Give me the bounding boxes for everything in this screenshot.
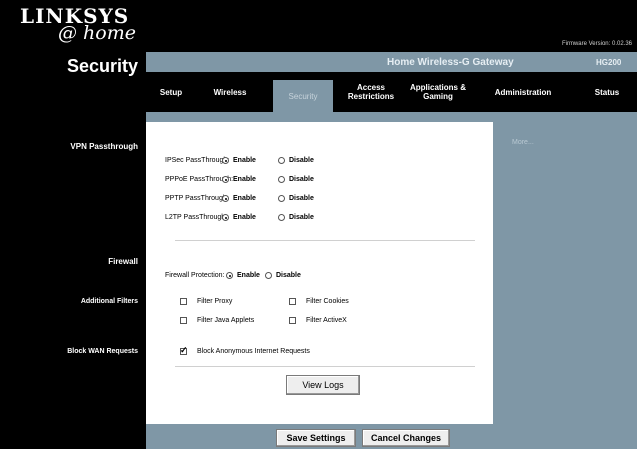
tab-applications-gaming[interactable]: Applications & Gaming — [410, 72, 466, 112]
content-area — [146, 122, 493, 449]
tab-setup[interactable]: Setup — [146, 72, 196, 112]
tab-administration[interactable]: Administration — [486, 72, 560, 112]
pppoe-row: PPPoE PassThrough: Enable Disable — [165, 176, 314, 183]
pppoe-enable-label: Enable — [233, 176, 256, 183]
l2tp-disable-radio[interactable] — [278, 214, 285, 221]
divider — [175, 240, 475, 241]
pppoe-disable-radio[interactable] — [278, 176, 285, 183]
vpn-section-label: VPN Passthrough — [70, 142, 138, 151]
filter-cookies-checkbox[interactable] — [289, 298, 296, 305]
filter-proxy-row: Filter Proxy — [180, 298, 232, 305]
l2tp-row: L2TP PassThrough: Enable Disable — [165, 214, 314, 221]
filter-java-row: Filter Java Applets — [180, 317, 254, 324]
ipsec-row: IPSec PassThrough: Enable Disable — [165, 157, 314, 164]
filter-java-checkbox[interactable] — [180, 317, 187, 324]
tab-access-restrictions[interactable]: Access Restrictions — [340, 72, 402, 112]
sub-tab-bar — [146, 112, 637, 122]
pptp-enable-radio[interactable] — [222, 195, 229, 202]
l2tp-enable-label: Enable — [233, 214, 256, 221]
pptp-row: PPTP PassThrough: Enable Disable — [165, 195, 314, 202]
pppoe-disable-label: Disable — [289, 176, 314, 183]
filter-proxy-label: Filter Proxy — [197, 298, 233, 305]
block-wan-row: Block Anonymous Internet Requests — [180, 345, 310, 356]
pppoe-enable-radio[interactable] — [222, 176, 229, 183]
firmware-version: Firmware Version: 0.02.36 — [561, 41, 632, 47]
tab-status[interactable]: Status — [585, 72, 629, 112]
view-logs-button[interactable]: View Logs — [286, 375, 360, 395]
product-name: Home Wireless-G Gateway — [387, 57, 514, 68]
page-title: Security — [66, 56, 138, 76]
firewall-section-label: Firewall — [108, 257, 138, 266]
save-settings-button[interactable]: Save Settings — [276, 429, 356, 447]
filter-cookies-row: Filter Cookies — [289, 298, 349, 305]
firewall-disable-radio[interactable] — [265, 272, 272, 279]
block-anonymous-checkbox[interactable] — [180, 345, 188, 356]
tab-security[interactable]: Security — [273, 80, 333, 112]
filter-java-label: Filter Java Applets — [197, 317, 255, 324]
firewall-row: Firewall Protection: Enable Disable — [165, 272, 301, 279]
pptp-label: PPTP PassThrough: — [165, 195, 229, 202]
filter-activex-checkbox[interactable] — [289, 317, 296, 324]
l2tp-disable-label: Disable — [289, 214, 314, 221]
l2tp-enable-radio[interactable] — [222, 214, 229, 221]
divider — [175, 366, 475, 367]
firewall-protection-label: Firewall Protection: — [165, 272, 225, 279]
filter-proxy-checkbox[interactable] — [180, 298, 187, 305]
model-number: HG200 — [596, 58, 622, 67]
tab-wireless[interactable]: Wireless — [200, 72, 260, 112]
firewall-disable-label: Disable — [276, 272, 301, 279]
firewall-enable-label: Enable — [237, 272, 260, 279]
filter-activex-label: Filter ActiveX — [306, 317, 347, 324]
more-link[interactable]: More... — [512, 139, 534, 146]
help-column — [493, 122, 637, 449]
logo-subtitle: @ home — [58, 22, 136, 44]
left-column — [0, 52, 146, 449]
filter-activex-row: Filter ActiveX — [289, 317, 347, 324]
ipsec-label: IPSec PassThrough: — [165, 157, 230, 164]
firewall-enable-radio[interactable] — [226, 272, 233, 279]
pptp-disable-radio[interactable] — [278, 195, 285, 202]
ipsec-disable-label: Disable — [289, 157, 314, 164]
ipsec-enable-radio[interactable] — [222, 157, 229, 164]
pptp-enable-label: Enable — [233, 195, 256, 202]
additional-filters-label: Additional Filters — [80, 298, 138, 305]
filter-cookies-label: Filter Cookies — [306, 298, 349, 305]
block-anonymous-label: Block Anonymous Internet Requests — [197, 348, 310, 355]
pptp-disable-label: Disable — [289, 195, 314, 202]
ipsec-disable-radio[interactable] — [278, 157, 285, 164]
l2tp-label: L2TP PassThrough: — [165, 214, 228, 221]
ipsec-enable-label: Enable — [233, 157, 256, 164]
cancel-changes-button[interactable]: Cancel Changes — [362, 429, 450, 447]
block-wan-label: Block WAN Requests — [67, 348, 138, 355]
pppoe-label: PPPoE PassThrough: — [165, 176, 234, 183]
